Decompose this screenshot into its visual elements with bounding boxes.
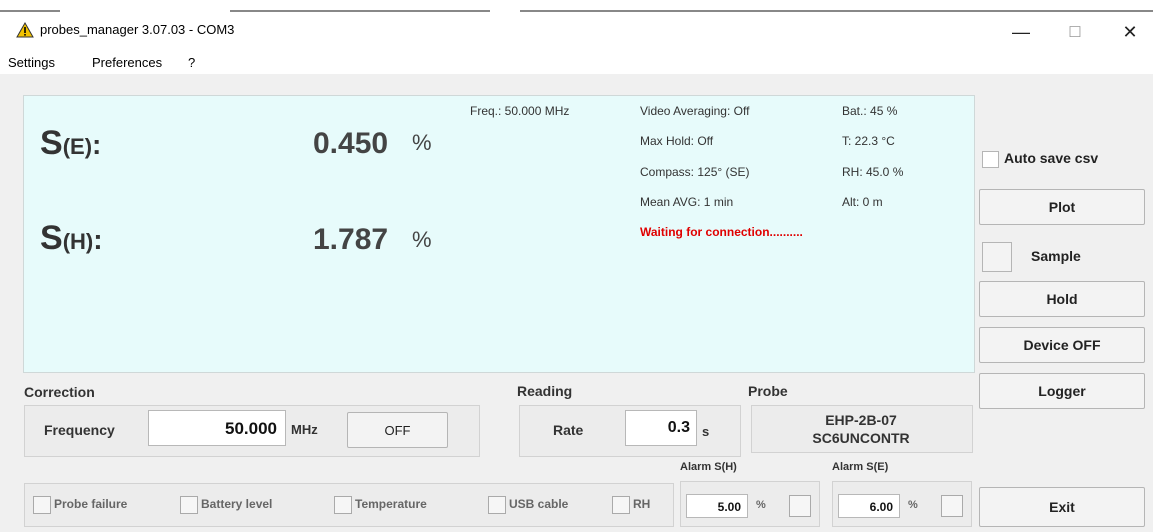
frequency-input[interactable]: 50.000 (148, 410, 286, 446)
rate-unit: s (702, 424, 710, 439)
sample-checkbox[interactable] (982, 242, 1012, 272)
hold-button[interactable]: Hold (979, 281, 1145, 317)
sh-unit: % (412, 227, 432, 252)
rh-label: RH (633, 497, 651, 511)
max-hold-status: Max Hold: Off (640, 134, 714, 148)
rh-indicator (612, 496, 630, 514)
alarm-se-input[interactable]: 6.00 (838, 494, 900, 518)
sh-label: S(H): (40, 219, 103, 257)
temperature-indicator (334, 496, 352, 514)
close-icon: ✕ (1122, 21, 1138, 42)
auto-save-label: Auto save csv (1004, 150, 1099, 166)
warning-icon (16, 22, 34, 38)
maximize-button[interactable]: ☐ (1052, 14, 1098, 50)
measurement-display (23, 95, 975, 373)
alarm-sh-title: Alarm S(H) (680, 461, 737, 473)
mean-avg-status: Mean AVG: 1 min (640, 195, 734, 209)
correction-title: Correction (24, 384, 95, 400)
strip-segment (520, 10, 1153, 12)
maximize-icon: ☐ (1068, 24, 1082, 41)
reading-title: Reading (517, 383, 573, 399)
compass-readout: Compass: 125° (SE) (640, 165, 750, 179)
menu-settings[interactable]: Settings (8, 55, 55, 70)
probe-serial: SC6UNCONTR (812, 430, 910, 446)
sample-label: Sample (1031, 248, 1081, 264)
temperature-readout: T: 22.3 °C (842, 134, 895, 148)
minimize-button[interactable]: — (998, 14, 1044, 50)
se-unit: % (412, 130, 432, 155)
window-title: probes_manager 3.07.03 - COM3 (40, 22, 235, 37)
rate-label: Rate (553, 422, 584, 438)
probe-title: Probe (748, 383, 788, 399)
battery-level-indicator (180, 496, 198, 514)
close-button[interactable]: ✕ (1107, 14, 1153, 50)
strip-segment (0, 10, 60, 12)
frequency-readout: Freq.: 50.000 MHz (470, 104, 570, 118)
connection-status: Waiting for connection.......... (640, 225, 803, 239)
alarm-se-title: Alarm S(E) (832, 461, 889, 473)
top-strip (0, 0, 1153, 14)
probe-model: EHP-2B-07 (825, 412, 897, 428)
frequency-label: Frequency (44, 422, 115, 438)
logger-button[interactable]: Logger (979, 373, 1145, 409)
menu-bar: Settings Preferences ? (0, 50, 1153, 74)
rate-input[interactable]: 0.3 (625, 410, 697, 446)
video-averaging-status: Video Averaging: Off (640, 104, 750, 118)
menu-help[interactable]: ? (188, 55, 195, 70)
strip-segment (230, 10, 490, 12)
frequency-unit: MHz (291, 422, 318, 437)
sh-value: 1.787 (313, 223, 389, 256)
probe-failure-indicator (33, 496, 51, 514)
altitude-readout: Alt: 0 m (842, 195, 883, 209)
auto-save-checkbox[interactable] (982, 151, 999, 168)
humidity-readout: RH: 45.0 % (842, 165, 904, 179)
se-label: S(E): (40, 124, 102, 162)
device-off-button[interactable]: Device OFF (979, 327, 1145, 363)
alarm-sh-checkbox[interactable] (789, 495, 811, 517)
alarm-sh-input[interactable]: 5.00 (686, 494, 748, 518)
usb-cable-label: USB cable (509, 497, 569, 511)
probe-failure-label: Probe failure (54, 497, 128, 511)
alarm-sh-unit: % (756, 499, 766, 511)
menu-preferences[interactable]: Preferences (92, 55, 162, 70)
correction-off-button[interactable]: OFF (347, 412, 448, 448)
alarm-se-unit: % (908, 499, 918, 511)
alarm-se-checkbox[interactable] (941, 495, 963, 517)
plot-button[interactable]: Plot (979, 189, 1145, 225)
exit-button[interactable]: Exit (979, 487, 1145, 527)
usb-cable-indicator (488, 496, 506, 514)
battery-level-label: Battery level (201, 497, 273, 511)
temperature-label: Temperature (355, 497, 427, 511)
battery-readout: Bat.: 45 % (842, 104, 898, 118)
se-value: 0.450 (313, 127, 389, 160)
minimize-icon: — (1012, 21, 1030, 42)
